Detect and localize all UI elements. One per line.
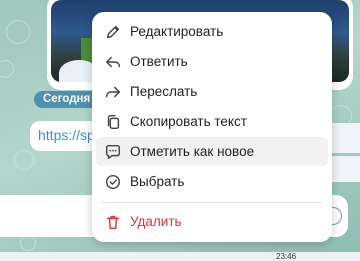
forward-icon [105,86,121,97]
wallpaper-doodle [14,150,34,170]
clock: 23:46 [276,252,297,261]
wallpaper-doodle [6,20,30,44]
wallpaper-doodle [20,235,36,251]
reply-icon [105,56,121,67]
menu-item-edit[interactable]: Редактировать [92,17,332,46]
trash-icon [106,215,120,229]
menu-item-label: Удалить [130,214,182,229]
taskbar [0,252,360,261]
menu-item-label: Редактировать [130,24,224,39]
menu-item-reply[interactable]: Ответить [92,47,332,76]
menu-divider [102,202,322,203]
menu-item-label: Ответить [130,54,188,69]
menu-item-forward[interactable]: Переслать [92,77,332,106]
mark-unread-icon [105,144,121,159]
menu-item-select[interactable]: Выбрать [92,167,332,196]
message-context-menu: Редактировать Ответить Переслать Скопиро… [92,12,332,242]
menu-item-mark-unread[interactable]: Отметить как новое [96,137,328,166]
wallpaper-doodle [0,60,14,78]
link-text[interactable]: https://sp [38,127,95,143]
select-check-icon [105,174,121,189]
menu-item-label: Переслать [130,84,198,99]
menu-item-delete[interactable]: Удалить [92,207,332,236]
menu-item-label: Скопировать текст [130,114,247,129]
pencil-icon [106,25,120,38]
menu-item-label: Отметить как новое [130,144,255,159]
copy-icon [107,114,120,129]
menu-item-label: Выбрать [130,174,185,189]
date-chip: Сегодня [34,91,100,108]
menu-item-copy-text[interactable]: Скопировать текст [92,107,332,136]
